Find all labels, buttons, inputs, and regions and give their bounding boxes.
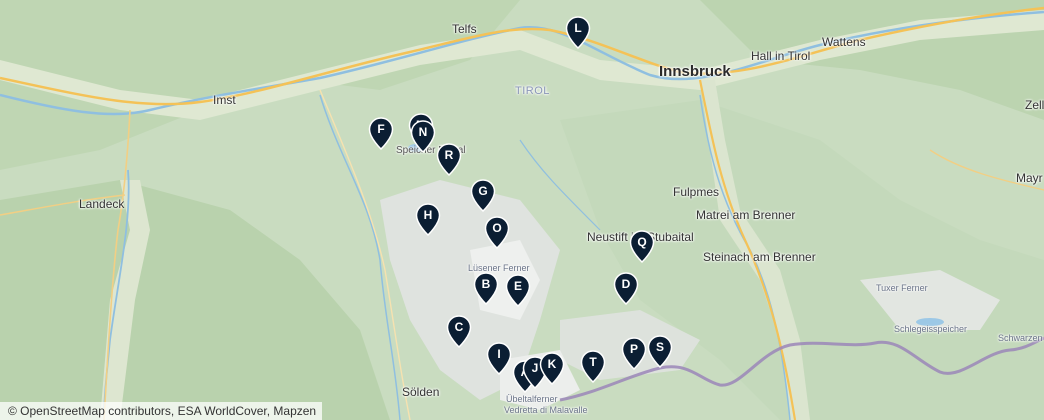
map-marker-l[interactable]: L (565, 16, 591, 49)
marker-label: G (478, 184, 488, 198)
marker-label: Q (637, 235, 647, 249)
marker-label: O (492, 221, 502, 235)
map-marker-o[interactable]: O (484, 216, 510, 249)
map-marker-k[interactable]: K (539, 352, 565, 385)
map-marker-b[interactable]: B (473, 272, 499, 305)
marker-label: P (629, 342, 638, 356)
map-marker-n[interactable]: N (410, 120, 436, 153)
map-marker-c[interactable]: C (446, 315, 472, 348)
map-marker-t[interactable]: T (580, 350, 606, 383)
marker-label: N (418, 125, 428, 139)
glacier-label-tuxer-ferner: Tuxer Ferner (876, 283, 928, 293)
place-label-matrei: Matrei am Brenner (696, 208, 796, 222)
map-marker-r[interactable]: R (436, 143, 462, 176)
marker-label: B (481, 277, 491, 291)
marker-label: C (454, 320, 464, 334)
marker-label: T (589, 355, 597, 369)
marker-label: I (497, 347, 501, 361)
map-attribution[interactable]: © OpenStreetMap contributors, ESA WorldC… (0, 402, 323, 420)
marker-label: R (444, 148, 454, 162)
place-label-hall-in-tirol: Hall in Tirol (751, 49, 811, 63)
place-label-mayr: Mayr (1016, 171, 1043, 185)
map-marker-i[interactable]: I (486, 342, 512, 375)
place-label-soelden: Sölden (402, 385, 440, 399)
marker-label: H (423, 208, 433, 222)
marker-label: E (513, 279, 522, 293)
place-label-zell: Zell (1025, 98, 1044, 112)
place-label-innsbruck: Innsbruck (659, 63, 731, 80)
map-marker-h[interactable]: H (415, 203, 441, 236)
map-marker-d[interactable]: D (613, 272, 639, 305)
map-marker-e[interactable]: E (505, 274, 531, 307)
marker-label: F (377, 122, 385, 136)
place-label-imst: Imst (213, 93, 236, 107)
marker-label: S (655, 340, 664, 354)
marker-label: K (547, 357, 557, 371)
map-marker-p[interactable]: P (621, 337, 647, 370)
map-canvas[interactable]: Innsbruck Telfs Hall in Tirol Wattens Im… (0, 0, 1044, 420)
marker-label: L (574, 21, 582, 35)
lake-label-schlegeisspeicher: Schlegeisspeicher (894, 324, 968, 334)
map-marker-f[interactable]: F (368, 117, 394, 150)
marker-label: D (621, 277, 631, 291)
map-marker-q[interactable]: Q (629, 230, 655, 263)
place-label-landeck: Landeck (79, 197, 125, 211)
glacier-label-uebeltalferner: Übeltalferner (506, 394, 558, 404)
glacier-label-vedretta: Vedretta di Malavalle (504, 405, 588, 415)
place-label-telfs: Telfs (452, 22, 477, 36)
place-label-wattens: Wattens (822, 35, 866, 49)
place-label-fulpmes: Fulpmes (673, 185, 720, 199)
map-marker-s[interactable]: S (647, 335, 673, 368)
region-label-tirol: TIROL (515, 85, 550, 97)
glacier-label-schwarzenstein: Schwarzen (998, 333, 1043, 343)
map-marker-g[interactable]: G (470, 179, 496, 212)
place-label-steinach: Steinach am Brenner (703, 250, 816, 264)
